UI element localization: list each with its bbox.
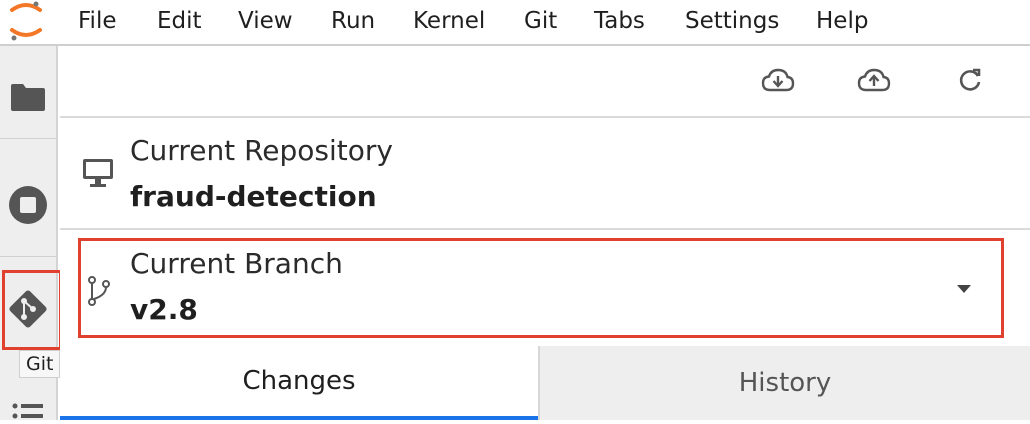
git-tooltip: Git (19, 350, 61, 378)
running-kernels-button[interactable] (0, 184, 56, 230)
monitor-icon (82, 158, 114, 192)
branch-icon (87, 275, 111, 311)
menu-bar: File Edit View Run Kernel Git Tabs Setti… (0, 0, 1030, 46)
menu-run[interactable]: Run (331, 8, 375, 34)
tab-history-label: History (738, 368, 832, 398)
menu-edit[interactable]: Edit (157, 8, 202, 34)
git-icon (6, 287, 50, 335)
chevron-down-icon (957, 285, 971, 293)
git-panel: Current Repository fraud-detection Curre… (60, 46, 1030, 420)
pull-button[interactable] (758, 64, 798, 100)
refresh-icon (957, 67, 983, 97)
tab-history[interactable]: History (538, 346, 1030, 420)
file-browser-button[interactable] (0, 76, 56, 122)
current-branch-selector[interactable]: Current Branch v2.8 (78, 238, 1004, 338)
menu-file[interactable]: File (78, 8, 117, 34)
branch-label: Current Branch (130, 247, 343, 280)
menu-view[interactable]: View (238, 8, 293, 34)
tab-changes-label: Changes (242, 366, 356, 396)
repository-label: Current Repository (130, 134, 393, 167)
menu-kernel[interactable]: Kernel (413, 8, 485, 34)
current-repository-section: Current Repository fraud-detection (60, 118, 1030, 230)
branch-name: v2.8 (130, 293, 198, 326)
folder-icon (10, 82, 46, 116)
refresh-button[interactable] (950, 64, 990, 100)
git-tabs: Changes History (60, 346, 1030, 420)
cloud-upload-icon (857, 67, 891, 97)
push-button[interactable] (854, 64, 894, 100)
menu-git[interactable]: Git (524, 8, 557, 34)
menu-settings[interactable]: Settings (685, 8, 779, 34)
repository-name: fraud-detection (130, 180, 377, 213)
git-panel-button[interactable] (0, 286, 56, 336)
stop-circle-icon (8, 185, 48, 229)
menu-tabs[interactable]: Tabs (594, 8, 645, 34)
cloud-download-icon (761, 67, 795, 97)
menu-help[interactable]: Help (816, 8, 868, 34)
git-toolbar (60, 46, 1030, 118)
tab-changes[interactable]: Changes (60, 346, 538, 420)
jupyter-logo-icon[interactable] (6, 0, 46, 46)
